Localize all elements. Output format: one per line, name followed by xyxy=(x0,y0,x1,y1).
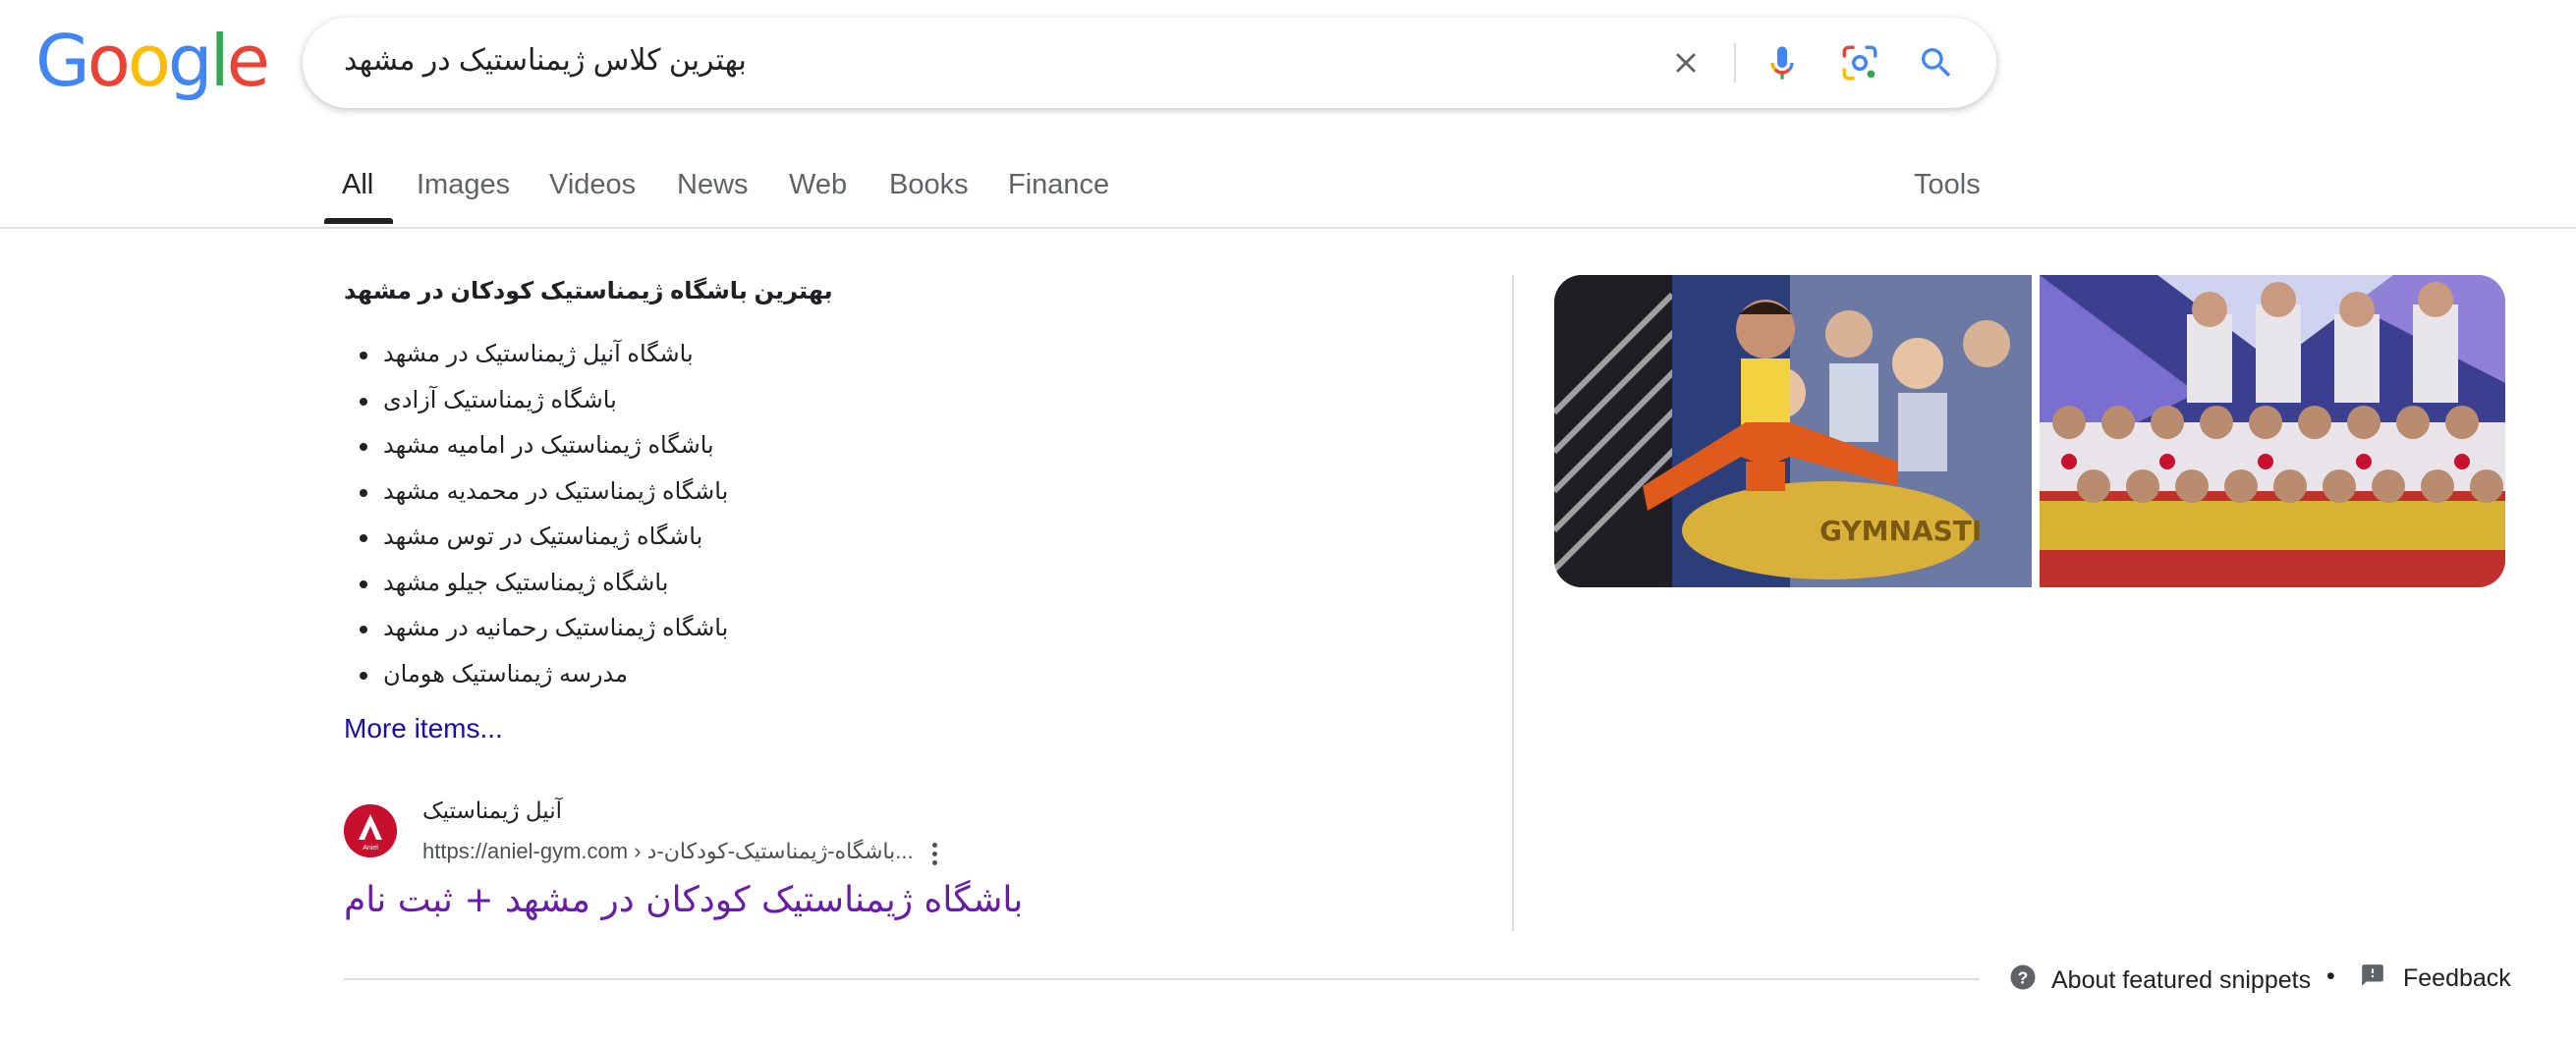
about-featured-snippets[interactable]: ? About featured snippets xyxy=(2008,962,2311,999)
snippet-image-gymnast[interactable]: GYMNASTI xyxy=(1554,275,2032,587)
snippet-title: بهترین باشگاه ژیمناستیک کودکان در مشهد xyxy=(344,278,833,304)
help-icon: ? xyxy=(2008,962,2038,999)
feedback-label: Feedback xyxy=(2403,964,2511,992)
tools-button[interactable]: Tools xyxy=(1914,165,1981,204)
logo-letter: g xyxy=(167,20,213,102)
about-label: About featured snippets xyxy=(2051,966,2312,994)
list-item: باشگاه ژیمناستیک رحمانیه در مشهد xyxy=(344,606,728,652)
list-item: باشگاه ژیمناستیک در امامیه مشهد xyxy=(344,423,728,469)
logo-letter: l xyxy=(209,20,230,102)
tab-all[interactable]: All xyxy=(342,165,373,204)
logo-letter: e xyxy=(226,20,270,102)
list-item: باشگاه ژیمناستیک در توس مشهد xyxy=(344,515,728,561)
lens-icon[interactable] xyxy=(1834,37,1885,88)
snippet-bottom-divider xyxy=(344,978,1980,980)
list-item: باشگاه ژیمناستیک در محمدیه مشهد xyxy=(344,469,728,516)
list-item: باشگاه ژیمناستیک آزادی xyxy=(344,378,728,424)
logo-letter: G xyxy=(35,20,90,102)
site-name[interactable]: آنیل ژیمناستیک xyxy=(422,798,562,824)
active-tab-indicator xyxy=(324,218,393,224)
search-divider xyxy=(1734,43,1736,82)
site-url[interactable]: https://aniel-gym.com › باشگاه-ژیمناستیک… xyxy=(422,839,914,864)
feedback-button[interactable]: Feedback xyxy=(2360,962,2511,995)
list-item: باشگاه آنیل ژیمناستیک در مشهد xyxy=(344,332,728,378)
column-divider xyxy=(1512,275,1514,931)
feedback-icon xyxy=(2360,962,2385,995)
tab-finance[interactable]: Finance xyxy=(1008,165,1109,204)
site-favicon[interactable]: Aniel xyxy=(344,804,397,857)
search-input[interactable]: بهترین کلاس ژیمناستیک در مشهد xyxy=(344,39,747,82)
tabs-divider xyxy=(0,227,2576,229)
search-box[interactable]: بهترین کلاس ژیمناستیک در مشهد xyxy=(303,18,1996,108)
tab-news[interactable]: News xyxy=(677,165,749,204)
list-item: باشگاه ژیمناستیک جیلو مشهد xyxy=(344,561,728,607)
search-icon[interactable] xyxy=(1911,37,1962,88)
footer-separator: • xyxy=(2326,962,2335,990)
tab-images[interactable]: Images xyxy=(417,165,510,204)
tab-videos[interactable]: Videos xyxy=(549,165,636,204)
snippet-image-team[interactable] xyxy=(2040,275,2505,587)
microphone-icon[interactable] xyxy=(1757,37,1808,88)
result-title-link[interactable]: باشگاه ژیمناستیک کودکان در مشهد + ثبت نا… xyxy=(344,880,1023,920)
svg-text:?: ? xyxy=(2018,967,2029,987)
logo-letter: o xyxy=(127,20,171,102)
clear-icon[interactable] xyxy=(1660,37,1711,88)
list-item: مدرسه ژیمناستیک هومان xyxy=(344,652,728,698)
more-items-link[interactable]: More items... xyxy=(344,713,503,744)
google-logo[interactable]: Google xyxy=(35,20,270,102)
svg-text:GYMNASTI: GYMNASTI xyxy=(1820,515,1982,547)
logo-letter: o xyxy=(86,20,131,102)
svg-text:Aniel: Aniel xyxy=(363,845,378,852)
snippet-list: باشگاه آنیل ژیمناستیک در مشهد باشگاه ژیم… xyxy=(344,332,728,697)
more-options-icon[interactable] xyxy=(920,837,949,870)
tab-web[interactable]: Web xyxy=(789,165,847,204)
tab-books[interactable]: Books xyxy=(889,165,969,204)
